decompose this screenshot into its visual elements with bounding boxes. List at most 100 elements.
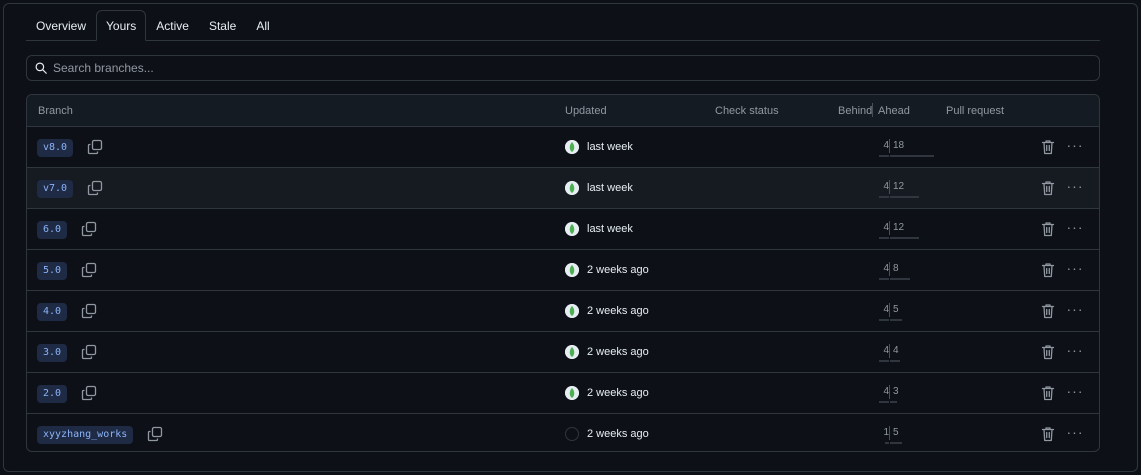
behind-ahead-divider	[889, 344, 890, 358]
header-pull-request: Pull request	[946, 105, 1005, 117]
copy-icon[interactable]	[81, 344, 97, 360]
behind-bar	[879, 319, 889, 321]
search-box	[26, 55, 1100, 81]
kebab-horizontal-icon[interactable]: ···	[1064, 261, 1086, 279]
branch-name-link[interactable]: v8.0	[37, 139, 74, 157]
ahead-count: 8	[893, 263, 899, 274]
ahead-count: 5	[893, 427, 899, 438]
behind-ahead-indicator: 45	[845, 303, 935, 324]
branch-filter-tabs: Overview Yours Active Stale All	[26, 10, 1100, 41]
behind-ahead-indicator: 4 18	[845, 139, 935, 160]
trash-icon[interactable]	[1041, 262, 1055, 278]
header-check-status: Check status	[715, 105, 779, 117]
ahead-bar	[890, 196, 919, 198]
kebab-horizontal-icon[interactable]: ···	[1064, 302, 1086, 320]
table-row[interactable]: 3.0 2 weeks ago 4 4 ···	[27, 332, 1099, 373]
updated-time: 2 weeks ago	[587, 264, 649, 276]
behind-ahead-divider	[889, 426, 890, 440]
ahead-count: 12	[893, 181, 905, 192]
kebab-horizontal-icon[interactable]: ···	[1064, 425, 1086, 443]
kebab-horizontal-icon[interactable]: ···	[1064, 138, 1086, 156]
ahead-count: 18	[893, 140, 905, 151]
branch-name-link[interactable]: 6.0	[37, 221, 68, 239]
leaf-avatar[interactable]	[565, 222, 579, 236]
table-row[interactable]: xyyzhang_works 2 weeks ago 1 5 ···	[27, 414, 1099, 451]
leaf-avatar[interactable]	[565, 304, 579, 318]
trash-icon[interactable]	[1041, 303, 1055, 319]
leaf-avatar[interactable]	[565, 345, 579, 359]
behind-ahead-divider	[889, 139, 890, 153]
copy-icon[interactable]	[87, 180, 103, 196]
tab-active[interactable]: Active	[146, 10, 199, 41]
behind-ahead-divider	[889, 262, 890, 276]
tab-overview[interactable]: Overview	[26, 10, 96, 41]
copy-icon[interactable]	[87, 139, 103, 155]
header-updated: Updated	[565, 105, 607, 117]
behind-ahead-indicator: 43	[845, 385, 935, 406]
tab-stale[interactable]: Stale	[199, 10, 246, 41]
ahead-count: 3	[893, 386, 899, 397]
empty-avatar[interactable]	[565, 427, 579, 441]
leaf-avatar[interactable]	[565, 140, 579, 154]
behind-ahead-divider	[889, 180, 890, 194]
header-divider	[872, 103, 873, 117]
updated-time: last week	[587, 223, 633, 235]
tab-all[interactable]: All	[246, 10, 279, 41]
behind-bar	[879, 278, 889, 280]
leaf-avatar[interactable]	[565, 386, 579, 400]
branch-name-link[interactable]: v7.0	[37, 180, 74, 198]
branch-name-link[interactable]: xyyzhang_works	[37, 426, 134, 444]
ahead-count: 12	[893, 222, 905, 233]
branch-name-link[interactable]: 4.0	[37, 303, 68, 321]
behind-bar	[879, 401, 889, 403]
trash-icon[interactable]	[1041, 385, 1055, 401]
branch-name-link[interactable]: 5.0	[37, 262, 68, 280]
kebab-horizontal-icon[interactable]: ···	[1064, 179, 1086, 197]
ahead-bar	[890, 278, 910, 280]
trash-icon[interactable]	[1041, 139, 1055, 155]
table-row[interactable]: 2.0 2 weeks ago 4 3 ···	[27, 373, 1099, 414]
kebab-horizontal-icon[interactable]: ···	[1064, 384, 1086, 402]
trash-icon[interactable]	[1041, 344, 1055, 360]
copy-icon[interactable]	[81, 385, 97, 401]
trash-icon[interactable]	[1041, 180, 1055, 196]
ahead-bar	[890, 319, 902, 321]
behind-ahead-indicator: 4 12	[845, 180, 935, 201]
copy-icon[interactable]	[81, 303, 97, 319]
search-input[interactable]	[53, 61, 1053, 75]
branch-name-link[interactable]: 3.0	[37, 344, 68, 362]
ahead-count: 4	[893, 345, 899, 356]
behind-bar	[885, 442, 889, 444]
behind-bar	[879, 360, 889, 362]
table-row[interactable]: v8.0 last week 4 18 ···	[27, 127, 1099, 168]
ahead-bar	[890, 401, 897, 403]
copy-icon[interactable]	[81, 262, 97, 278]
ahead-bar	[890, 360, 900, 362]
branch-name-link[interactable]: 2.0	[37, 385, 68, 403]
table-row[interactable]: 6.0 last week 4 12 ···	[27, 209, 1099, 250]
table-row[interactable]: 4.0 2 weeks ago 4 5 ···	[27, 291, 1099, 332]
tab-yours[interactable]: Yours	[96, 10, 147, 41]
behind-ahead-indicator: 4 12	[845, 221, 935, 242]
ahead-bar	[890, 442, 902, 444]
leaf-avatar[interactable]	[565, 181, 579, 195]
behind-ahead-divider	[889, 221, 890, 235]
ahead-count: 5	[893, 304, 899, 315]
copy-icon[interactable]	[147, 426, 163, 442]
updated-time: last week	[587, 141, 633, 153]
leaf-avatar[interactable]	[565, 263, 579, 277]
kebab-horizontal-icon[interactable]: ···	[1064, 343, 1086, 361]
header-behind: Behind	[838, 105, 873, 117]
behind-ahead-divider	[889, 385, 890, 399]
trash-icon[interactable]	[1041, 221, 1055, 237]
trash-icon[interactable]	[1041, 426, 1055, 442]
behind-bar	[879, 196, 889, 198]
branches-table: Branch Updated Check status Behind Ahead…	[26, 94, 1100, 452]
table-row[interactable]: 5.0 2 weeks ago 4 8 ···	[27, 250, 1099, 291]
table-row[interactable]: v7.0 last week 4 12 ···	[27, 168, 1099, 209]
kebab-horizontal-icon[interactable]: ···	[1064, 220, 1086, 238]
behind-bar	[879, 155, 889, 157]
copy-icon[interactable]	[81, 221, 97, 237]
behind-ahead-divider	[889, 303, 890, 317]
ahead-bar	[890, 237, 919, 239]
